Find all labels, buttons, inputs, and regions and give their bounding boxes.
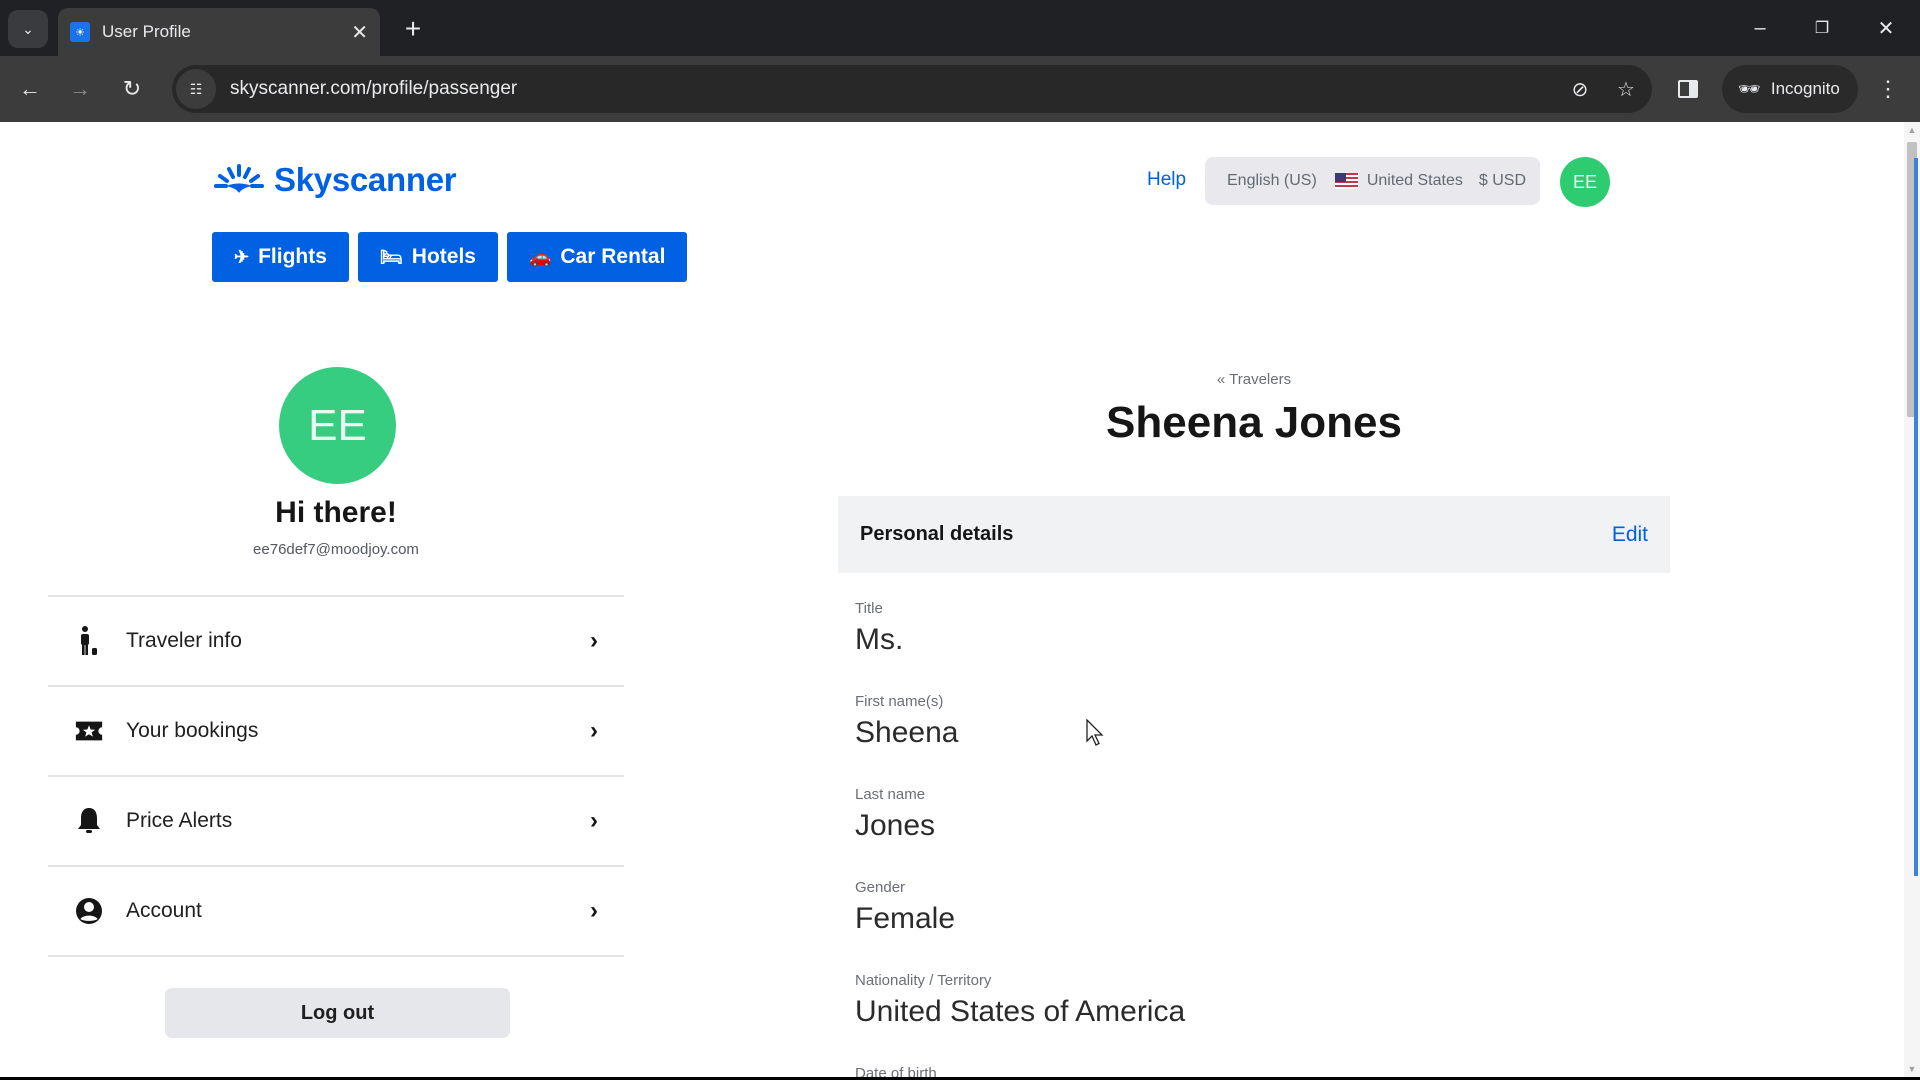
field-gender: Gender Female [855,879,955,936]
skyscanner-logo[interactable]: Skyscanner [212,160,457,200]
field-first-name: First name(s) Sheena [855,693,958,750]
menu-item-account[interactable]: Account › [48,867,624,957]
browser-tab-bar: ⌄ ☀ User Profile ✕ + – ❐ ✕ [0,0,1920,56]
field-value: Female [855,902,956,935]
address-bar[interactable]: ☷ skyscanner.com/profile/passenger ⊘ ☆ [172,65,1652,113]
new-tab-button[interactable]: + [396,12,430,46]
skyscanner-favicon-icon: ☀ [70,22,90,42]
profile-menu: Traveler info › Your bookings › Price Al… [48,595,624,957]
country-label: United States [1366,172,1463,189]
reload-button[interactable]: ↻ [114,71,150,107]
car-icon: 🚗 [528,246,552,267]
plane-icon: ✈ [234,246,250,267]
breadcrumb-travelers[interactable]: « Travelers [838,371,1670,388]
header-avatar[interactable]: EE [1560,157,1610,207]
logout-button[interactable]: Log out [165,988,510,1038]
menu-item-traveler-info[interactable]: Traveler info › [48,597,624,687]
field-label: Date of birth [855,1065,937,1077]
arrow-left-icon: ← [19,76,41,101]
section-title: Personal details [860,523,1014,545]
account-icon [74,896,104,926]
field-value: Sheena [855,716,959,749]
menu-item-label: Traveler info [126,629,242,652]
side-panel-icon [1678,80,1698,98]
tab-search-button[interactable]: ⌄ [8,10,48,48]
reload-icon: ↻ [122,76,142,101]
scroll-down-icon[interactable]: ▼ [1907,1064,1917,1074]
browser-menu-button[interactable]: ⋮ [1870,71,1906,107]
field-label: Title [855,600,883,617]
eye-off-icon[interactable]: ⊘ [1560,77,1600,102]
field-label: Last name [855,786,926,803]
menu-item-label: Your bookings [126,719,259,742]
currency-label: $ USD [1478,172,1526,189]
incognito-label: Incognito [1770,79,1840,98]
browser-tab[interactable]: ☀ User Profile ✕ [58,8,380,56]
close-tab-icon[interactable]: ✕ [351,20,368,45]
scroll-up-icon[interactable]: ▲ [1907,125,1917,135]
more-vertical-icon: ⋮ [1877,76,1899,101]
hotels-button[interactable]: 🛏 Hotels [357,232,498,282]
greeting: Hi there! [275,496,397,529]
focus-outline [1914,158,1918,876]
chevron-right-icon: › [590,897,598,924]
bed-icon: 🛏 [379,246,403,267]
locale-selector[interactable]: English (US) United States $ USD [1205,157,1540,205]
field-last-name: Last name Jones [855,786,935,843]
page-content: Skyscanner ✈ Flights 🛏 Hotels 🚗 Car Rent… [0,122,1904,1077]
page-title: Sheena Jones [1106,398,1402,447]
close-window-button[interactable]: ✕ [1866,10,1906,46]
minimize-button[interactable]: – [1740,10,1780,46]
menu-item-your-bookings[interactable]: Your bookings › [48,687,624,777]
incognito-icon: 🕶 [1738,78,1761,99]
flights-button[interactable]: ✈ Flights [212,232,349,282]
menu-item-label: Price Alerts [126,809,233,832]
hotels-label: Hotels [411,245,476,268]
incognito-indicator[interactable]: 🕶 Incognito [1722,65,1858,113]
browser-toolbar: ← → ↻ ☷ skyscanner.com/profile/passenger… [0,56,1920,122]
personal-details-header: Personal details Edit [838,496,1670,573]
field-title: Title Ms. [855,600,903,657]
field-nationality: Nationality / Territory United States of… [855,972,1185,1029]
bell-icon [74,806,104,836]
star-icon[interactable]: ☆ [1606,77,1646,102]
field-date-of-birth: Date of birth [855,1065,937,1077]
mouse-cursor-icon [1086,719,1104,746]
field-value: Jones [855,809,936,842]
brand-name: Skyscanner [274,161,457,198]
help-link[interactable]: Help [1147,169,1186,191]
flights-label: Flights [258,245,327,268]
vertical-nav: ✈ Flights 🛏 Hotels 🚗 Car Rental [212,232,688,282]
field-label: Gender [855,879,906,896]
site-info-icon[interactable]: ☷ [176,69,216,109]
chevron-right-icon: › [590,627,598,654]
edit-button[interactable]: Edit [1612,523,1648,547]
side-panel-button[interactable] [1670,71,1706,107]
sunrise-logo-icon [214,164,264,193]
arrow-right-icon: → [69,76,91,101]
field-value: Ms. [855,623,904,656]
car-rental-label: Car Rental [560,245,666,268]
ticket-icon [74,716,104,746]
restore-button[interactable]: ❐ [1802,10,1842,46]
url-text[interactable]: skyscanner.com/profile/passenger [230,78,1560,100]
back-button[interactable]: ← [12,71,48,107]
field-value: United States of America [855,995,1186,1028]
us-flag-icon [1334,173,1358,189]
chevron-down-icon: ⌄ [22,20,34,37]
forward-button[interactable]: → [62,71,98,107]
chevron-right-icon: › [590,717,598,744]
tab-title: User Profile [102,22,191,41]
chevron-right-icon: › [590,807,598,834]
traveler-icon [74,626,104,656]
field-label: Nationality / Territory [855,972,992,989]
menu-item-price-alerts[interactable]: Price Alerts › [48,777,624,867]
language-label: English (US) [1227,172,1317,189]
user-email: ee76def7@moodjoy.com [253,541,419,558]
profile-avatar: EE [279,367,396,484]
car-rental-button[interactable]: 🚗 Car Rental [506,232,688,282]
field-label: First name(s) [855,693,944,710]
menu-item-label: Account [126,899,202,922]
